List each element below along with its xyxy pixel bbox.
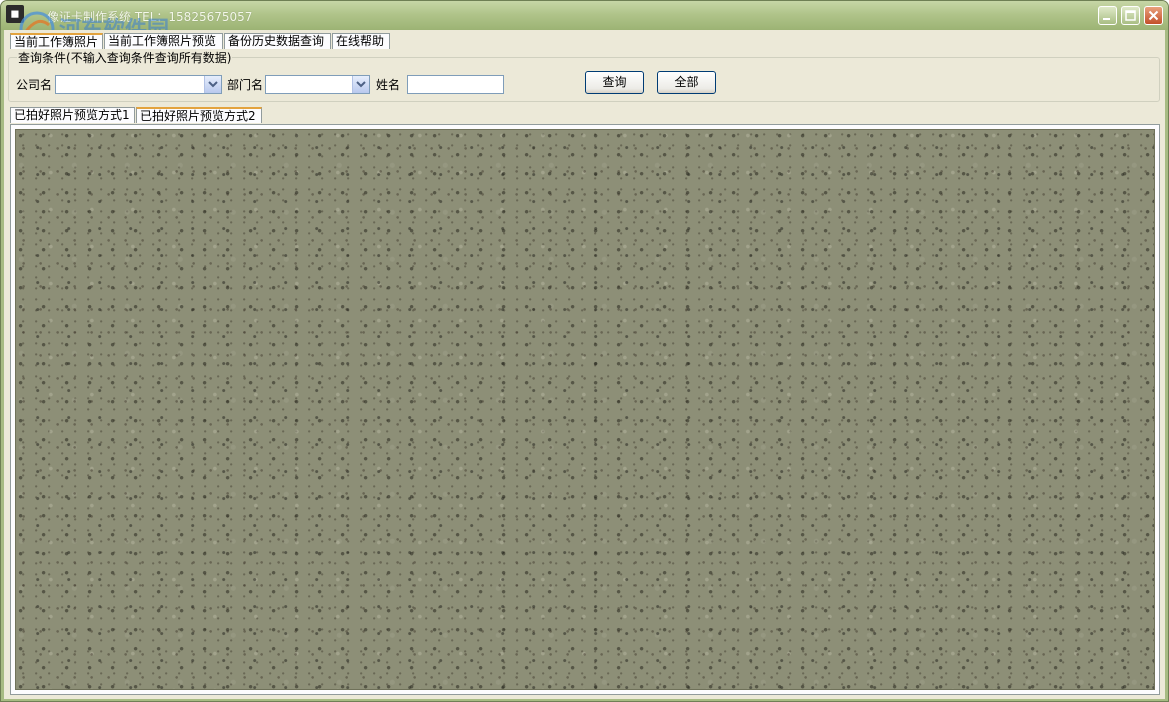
minimize-button[interactable] — [1098, 6, 1117, 25]
department-combo[interactable] — [265, 75, 370, 94]
company-dropdown-button[interactable] — [204, 76, 221, 93]
tab-online-help[interactable]: 在线帮助 — [332, 33, 390, 49]
close-button[interactable] — [1144, 6, 1163, 25]
preview-panel — [10, 124, 1160, 695]
maximize-button[interactable] — [1121, 6, 1140, 25]
department-dropdown-button[interactable] — [352, 76, 369, 93]
query-hint: (不输入查询条件查询所有数据) — [66, 51, 232, 65]
query-legend-label: 查询条件 — [18, 51, 67, 65]
app-icon[interactable]: ◼ — [6, 5, 24, 23]
department-label: 部门名 — [227, 78, 264, 92]
tab-current-workbook-preview[interactable]: 当前工作簿照片预览 — [104, 33, 223, 49]
tab-current-workbook-photos[interactable]: 当前工作簿照片 — [10, 33, 103, 49]
photo-preview-area[interactable] — [15, 129, 1155, 690]
name-input[interactable] — [407, 75, 504, 94]
tab-preview-mode-1[interactable]: 已拍好照片预览方式1 — [10, 107, 135, 123]
tab-preview-mode-2[interactable]: 已拍好照片预览方式2 — [136, 107, 262, 123]
company-combo[interactable] — [55, 75, 222, 94]
client-area: 当前工作簿照片 当前工作簿照片预览 备份历史数据查询 在线帮助 查询条件(不输入… — [4, 30, 1165, 699]
name-label: 姓名 — [376, 78, 401, 92]
chevron-down-icon — [356, 81, 366, 88]
window-title: 像证卡制作系统 TEL：15825675057 — [47, 10, 253, 24]
tab-backup-history-query[interactable]: 备份历史数据查询 — [224, 33, 331, 49]
title-bar[interactable]: ◼ 像证卡制作系统 TEL：15825675057 河东软件园 — [1, 1, 1168, 47]
close-icon — [1148, 10, 1159, 21]
maximize-icon — [1125, 10, 1136, 21]
show-all-button[interactable]: 全部 — [657, 71, 716, 94]
chevron-down-icon — [208, 81, 218, 88]
query-groupbox: 查询条件(不输入查询条件查询所有数据) 公司名 部门名 姓名 查询 全部 — [8, 49, 1160, 102]
company-label: 公司名 — [16, 78, 53, 92]
main-window: ◼ 像证卡制作系统 TEL：15825675057 河东软件园 当前工作簿照片 … — [0, 0, 1169, 702]
minimize-icon — [1103, 18, 1110, 20]
query-legend: 查询条件(不输入查询条件查询所有数据) — [17, 49, 233, 66]
search-button[interactable]: 查询 — [585, 71, 644, 94]
